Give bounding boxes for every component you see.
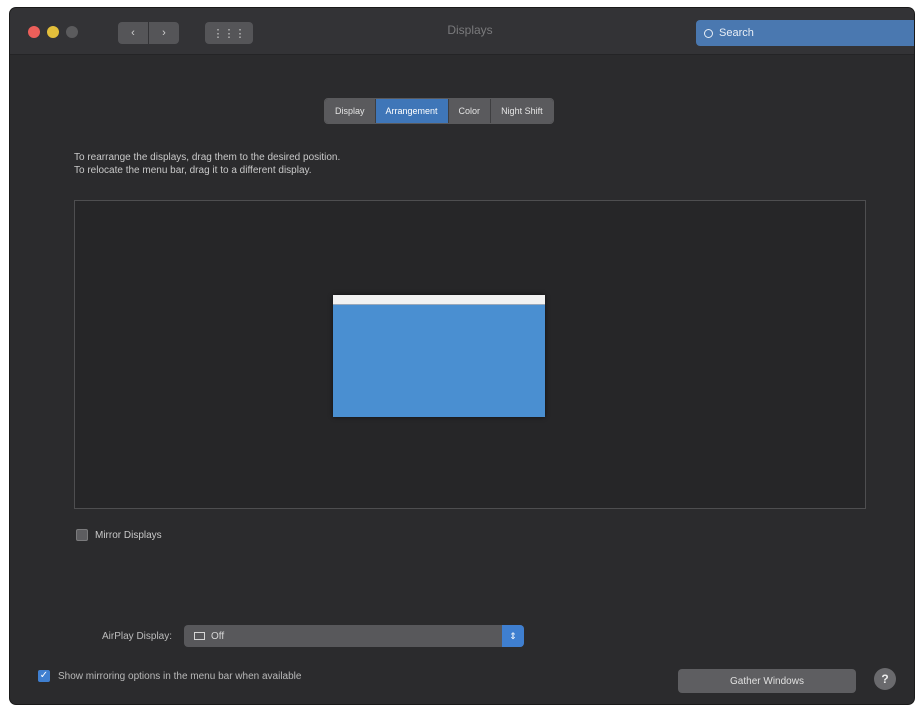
chevron-left-icon: ‹ (131, 27, 135, 39)
tab-color[interactable]: Color (448, 99, 492, 123)
tab-arrangement[interactable]: Arrangement (375, 99, 449, 123)
airplay-display-select[interactable]: Off ⇕ (184, 625, 525, 647)
show-mirroring-label: Show mirroring options in the menu bar w… (58, 670, 302, 682)
mirror-displays-checkbox[interactable] (76, 529, 88, 541)
tab-bar: Display Arrangement Color Night Shift (324, 98, 554, 124)
gather-windows-button[interactable]: Gather Windows (678, 669, 856, 693)
mirror-displays-label: Mirror Displays (95, 529, 162, 541)
forward-button[interactable]: › (149, 22, 179, 44)
zoom-button[interactable] (66, 26, 78, 38)
arrangement-instructions: To rearrange the displays, drag them to … (74, 151, 574, 177)
display-arrangement-area (74, 200, 866, 509)
minimize-button[interactable] (47, 26, 59, 38)
display-thumbnail[interactable] (333, 295, 545, 417)
tab-display[interactable]: Display (325, 99, 376, 123)
popup-arrows-icon: ⇕ (502, 625, 525, 647)
close-button[interactable] (28, 26, 40, 38)
help-button[interactable]: ? (874, 668, 896, 690)
search-icon (704, 28, 713, 38)
window-title: Displays (447, 23, 493, 37)
tab-night-shift[interactable]: Night Shift (491, 99, 553, 123)
show-mirroring-checkbox[interactable]: ✓ (38, 670, 50, 682)
instructions-line-2: To relocate the menu bar, drag it to a d… (74, 165, 312, 176)
grid-icon: ⋮⋮⋮ (212, 27, 246, 40)
menu-bar-handle[interactable] (333, 295, 545, 305)
airplay-icon (194, 632, 206, 640)
chevron-right-icon: › (162, 27, 166, 39)
search-field[interactable]: Search (696, 20, 914, 46)
airplay-display-row: AirPlay Display: Off ⇕ (102, 625, 525, 647)
mirror-displays-option[interactable]: Mirror Displays (76, 529, 162, 541)
airplay-selected-value: Off (211, 630, 225, 642)
show-all-button[interactable]: ⋮⋮⋮ (205, 22, 253, 44)
airplay-display-label: AirPlay Display: (102, 630, 173, 642)
back-button[interactable]: ‹ (118, 22, 148, 44)
displays-preferences-window: ‹ › ⋮⋮⋮ Displays Search Display Arrangem… (10, 8, 914, 704)
search-placeholder: Search (719, 27, 754, 39)
title-bar: ‹ › ⋮⋮⋮ Displays Search (10, 8, 914, 55)
show-mirroring-options[interactable]: ✓ Show mirroring options in the menu bar… (38, 670, 301, 682)
instructions-line-1: To rearrange the displays, drag them to … (74, 152, 341, 163)
